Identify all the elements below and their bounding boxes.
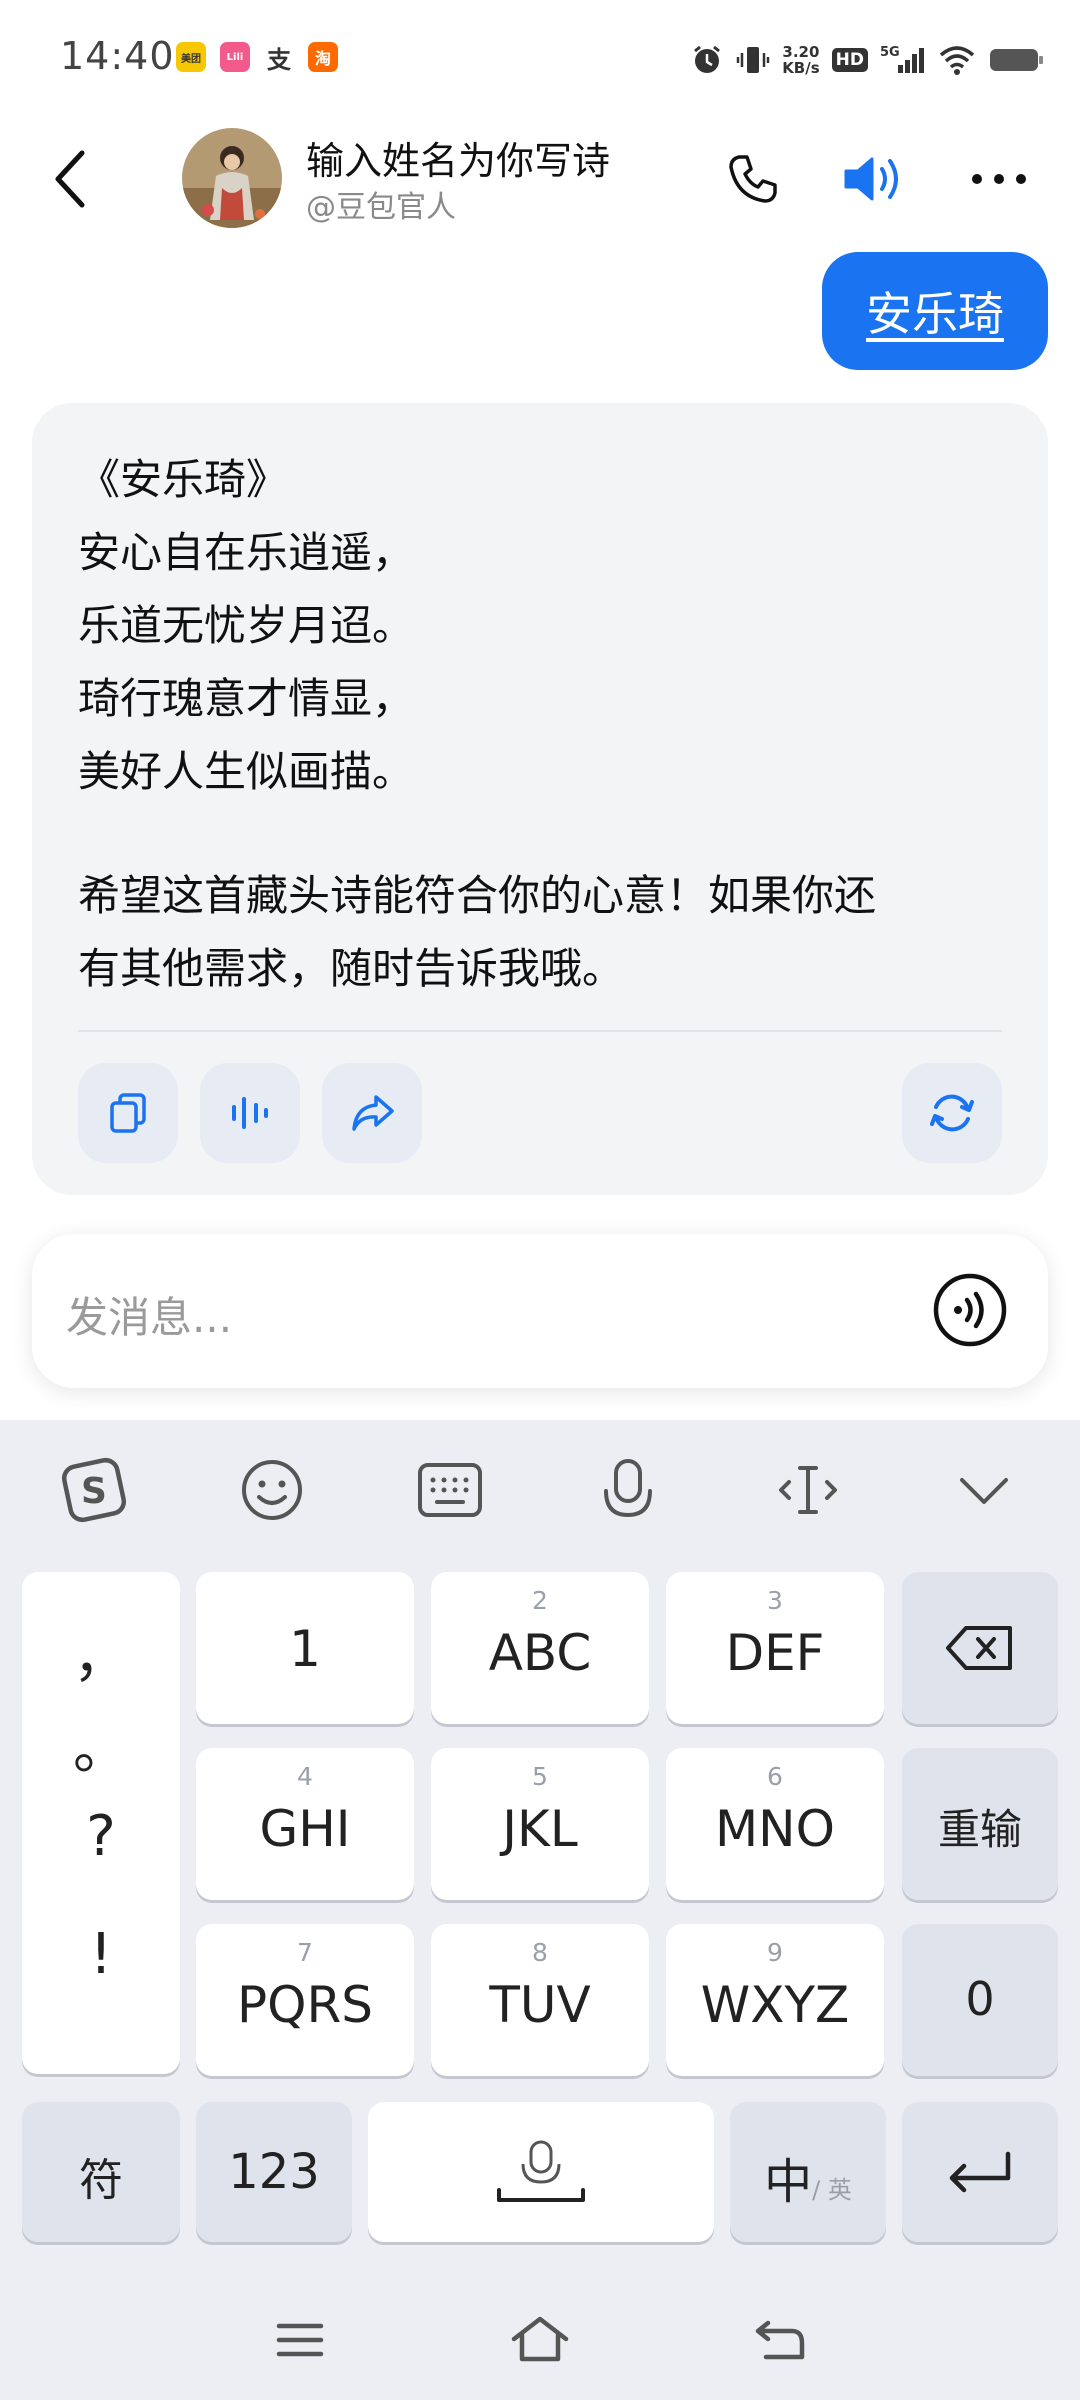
closing-text: 希望这首藏头诗能符合你的心意！如果你还 有其他需求，随时告诉我哦。: [78, 871, 877, 993]
poem-line: 美好人生似画描。: [78, 747, 415, 796]
user-message-bubble[interactable]: 安乐琦: [822, 252, 1048, 370]
punct-exclaim-key[interactable]: !: [22, 1922, 180, 1987]
key-def[interactable]: 3 DEF: [666, 1572, 884, 1724]
home-icon: [511, 2316, 569, 2362]
voice-wave-icon: [933, 1273, 1007, 1347]
menu-icon: [276, 2323, 324, 2357]
lang-switch-key[interactable]: 中/ 英: [730, 2102, 886, 2242]
hd-icon: HD: [831, 48, 868, 72]
cellular-signal-icon: 5G: [880, 45, 924, 73]
punctuation-list[interactable]: ， 。 ? !: [22, 1572, 180, 2074]
ime-logo-button[interactable]: S: [54, 1450, 134, 1530]
lili-app-icon: Lili: [220, 42, 250, 72]
key-jkl[interactable]: 5 JKL: [431, 1748, 649, 1900]
backspace-key[interactable]: [902, 1572, 1058, 1724]
home-button[interactable]: [505, 2310, 575, 2370]
back-nav-button[interactable]: [745, 2310, 815, 2370]
numbers-key[interactable]: 123: [196, 2102, 352, 2242]
poem-line: 乐道无忧岁月迢。: [78, 601, 415, 650]
wifi-icon: [939, 46, 975, 75]
text-cursor-icon: [779, 1466, 837, 1514]
meituan-app-icon: 美团: [176, 42, 206, 72]
key-mno[interactable]: 6 MNO: [666, 1748, 884, 1900]
backspace-icon: [946, 1626, 1012, 1670]
message-input[interactable]: 发消息...: [32, 1234, 1048, 1388]
copy-icon: [110, 1093, 146, 1133]
space-mic-icon: [497, 2140, 585, 2202]
return-icon: [755, 2320, 805, 2360]
battery-icon: [990, 49, 1043, 71]
keyboard-icon: [418, 1463, 482, 1517]
status-bar: 14:40 美团 Lili 支 淘 3.20 KB/s HD 5G: [0, 0, 1080, 118]
chat-header: 输入姓名为你写诗 @豆包官人: [0, 118, 1080, 240]
emoji-button[interactable]: [232, 1450, 312, 1530]
enter-icon: [949, 2151, 1011, 2193]
taobao-app-icon: 淘: [308, 42, 338, 72]
cursor-button[interactable]: [768, 1450, 848, 1530]
microphone-icon: [604, 1459, 652, 1518]
bot-avatar[interactable]: [182, 128, 282, 228]
alipay-app-icon: 支: [267, 45, 291, 73]
hide-keyboard-button[interactable]: [944, 1450, 1024, 1530]
voice-input-button[interactable]: [588, 1450, 668, 1530]
retype-key[interactable]: 重输: [902, 1748, 1058, 1900]
more-button[interactable]: [964, 144, 1034, 214]
key-1[interactable]: 1: [196, 1572, 414, 1724]
voice-call-button[interactable]: [932, 1272, 1008, 1348]
svg-text:5G: 5G: [880, 45, 900, 60]
share-icon: [352, 1095, 394, 1131]
divider: [78, 1030, 1002, 1032]
system-nav-bar: [0, 2270, 1080, 2400]
bot-reply-card: 《安乐琦》 安心自在乐逍遥， 乐道无忧岁月迢。 琦行瑰意才情显， 美好人生似画描…: [32, 403, 1048, 1195]
more-icon: [972, 174, 1026, 184]
speaker-icon: [844, 157, 898, 201]
read-aloud-button[interactable]: [200, 1063, 300, 1163]
key-tuv[interactable]: 8 TUV: [431, 1924, 649, 2076]
avatar-image: [182, 128, 282, 228]
enter-key[interactable]: [902, 2102, 1058, 2242]
status-time: 14:40: [60, 34, 175, 78]
poem-line: 琦行瑰意才情显，: [78, 674, 415, 723]
refresh-icon: [930, 1094, 974, 1132]
bot-handle: @豆包官人: [306, 190, 456, 225]
key-pqrs[interactable]: 7 PQRS: [196, 1924, 414, 2076]
svg-text:S: S: [81, 1471, 107, 1512]
key-ghi[interactable]: 4 GHI: [196, 1748, 414, 1900]
net-speed: 3.20 KB/s: [782, 43, 820, 77]
punct-question-key[interactable]: ?: [22, 1804, 180, 1869]
bot-name: 输入姓名为你写诗: [306, 139, 611, 183]
status-icons: 3.20 KB/s HD 5G: [690, 36, 1044, 84]
keyboard-layout-button[interactable]: [410, 1450, 490, 1530]
poem-line: 安心自在乐逍遥，: [78, 528, 415, 577]
speaker-button[interactable]: [840, 144, 910, 214]
key-abc[interactable]: 2 ABC: [431, 1572, 649, 1724]
symbols-key[interactable]: 符: [22, 2102, 180, 2242]
regenerate-button[interactable]: [902, 1063, 1002, 1163]
key-wxyz[interactable]: 9 WXYZ: [666, 1924, 884, 2076]
poem: 《安乐琦》 安心自在乐逍遥， 乐道无忧岁月迢。 琦行瑰意才情显， 美好人生似画描…: [78, 443, 414, 808]
vibrate-icon: [736, 47, 770, 73]
message-placeholder: 发消息...: [66, 1293, 233, 1342]
space-key[interactable]: [368, 2102, 714, 2242]
back-button[interactable]: [40, 144, 100, 214]
poem-title: 《安乐琦》: [78, 455, 289, 504]
chevron-left-icon: [55, 150, 85, 208]
sound-wave-icon: [232, 1097, 268, 1129]
copy-button[interactable]: [78, 1063, 178, 1163]
punct-comma-key[interactable]: ，: [22, 1612, 180, 1693]
chevron-down-icon: [960, 1478, 1008, 1504]
keyboard: S ， 。 ? ! 1 2 ABC 3 DEF 4 GHI 5 JKL 6 MN…: [0, 1420, 1080, 2400]
share-button[interactable]: [322, 1063, 422, 1163]
call-button[interactable]: [718, 144, 788, 214]
sogou-logo-icon: S: [61, 1457, 127, 1523]
punct-period-key[interactable]: 。: [22, 1704, 180, 1785]
phone-icon: [729, 155, 777, 203]
recent-apps-button[interactable]: [265, 2310, 335, 2370]
alarm-icon: [694, 45, 721, 73]
smiley-icon: [242, 1460, 302, 1520]
key-0[interactable]: 0: [902, 1924, 1058, 2076]
